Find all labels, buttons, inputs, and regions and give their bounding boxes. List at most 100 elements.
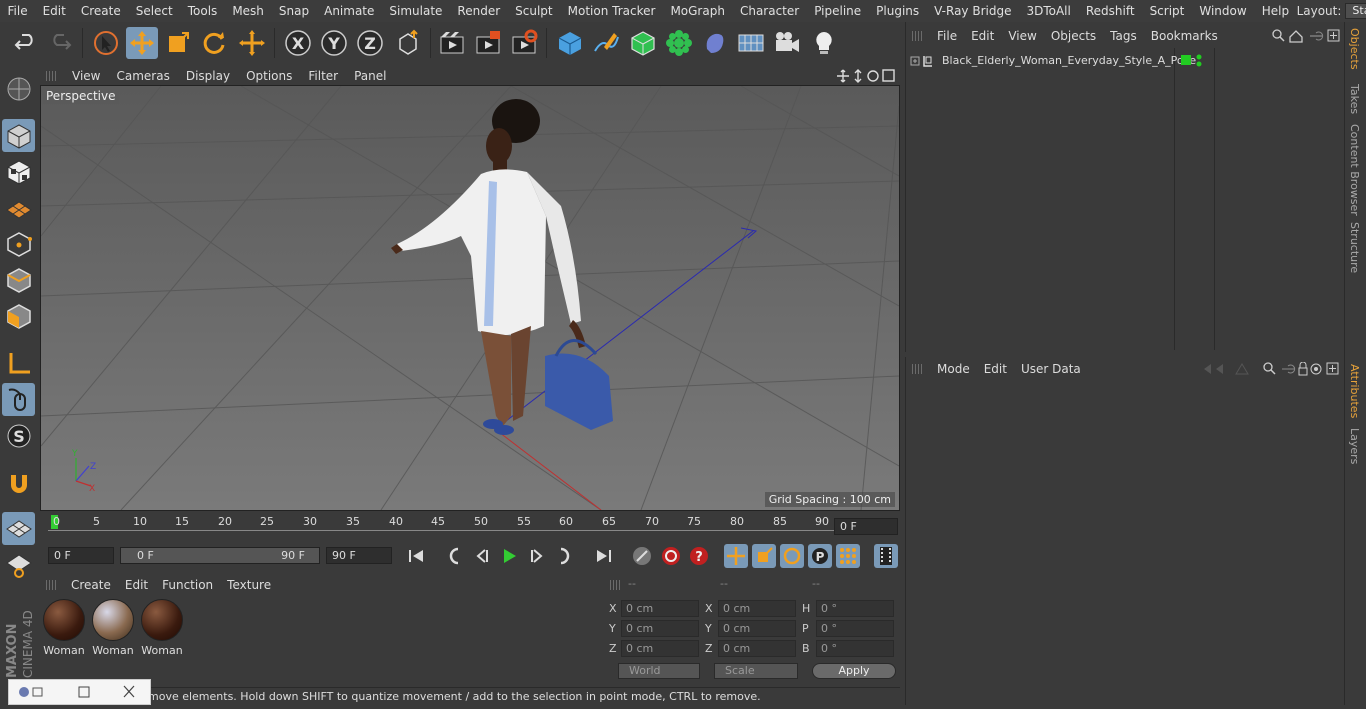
tab-objects[interactable]: Objects xyxy=(1348,28,1361,70)
start-frame-field[interactable]: 0 F xyxy=(48,547,114,564)
panel-grip-icon[interactable] xyxy=(46,580,56,590)
menu-window[interactable]: Window xyxy=(1192,0,1254,22)
menu-file[interactable]: File xyxy=(0,0,35,22)
end-frame-field[interactable]: 90 F xyxy=(326,547,392,564)
menu-script[interactable]: Script xyxy=(1142,0,1192,22)
tab-structure[interactable]: Structure xyxy=(1348,222,1361,273)
ruler[interactable]: 0 5 10 15 20 25 30 35 40 45 50 55 60 65 … xyxy=(48,513,834,539)
object-manager-tools-icons[interactable] xyxy=(1272,29,1342,43)
material-swatch[interactable]: Woman xyxy=(140,599,184,657)
coordinate-space-dropdown[interactable]: World xyxy=(618,663,700,679)
panel-grip-icon[interactable] xyxy=(912,364,922,374)
cube-icon[interactable] xyxy=(554,27,586,59)
object-name[interactable]: Black_Elderly_Woman_Everyday_Style_A_Pos… xyxy=(942,54,1196,67)
current-frame-field[interactable]: 0 F xyxy=(834,518,898,535)
menu-3dtoall[interactable]: 3DToAll xyxy=(1019,0,1078,22)
menu-simulate[interactable]: Simulate xyxy=(382,0,450,22)
lock-workplane-icon[interactable] xyxy=(2,512,35,545)
y-axis-icon[interactable]: Y xyxy=(318,27,350,59)
menu-redshift[interactable]: Redshift xyxy=(1078,0,1142,22)
object-row[interactable]: Black_Elderly_Woman_Everyday_Style_A_Pos… xyxy=(906,52,1344,70)
objects-menu-objects[interactable]: Objects xyxy=(1044,29,1103,43)
tab-content-browser[interactable]: Content Browser xyxy=(1348,124,1361,216)
apply-button[interactable]: Apply xyxy=(812,663,896,679)
model-mode-icon[interactable] xyxy=(2,119,35,152)
objects-menu-bookmarks[interactable]: Bookmarks xyxy=(1144,29,1225,43)
objects-menu-tags[interactable]: Tags xyxy=(1103,29,1144,43)
menu-help[interactable]: Help xyxy=(1254,0,1296,22)
position-x-field[interactable]: 0 cm xyxy=(621,600,699,617)
size-z-field[interactable]: 0 cm xyxy=(718,640,796,657)
position-z-field[interactable]: 0 cm xyxy=(621,640,699,657)
scale-icon[interactable] xyxy=(162,27,194,59)
menu-create[interactable]: Create xyxy=(73,0,128,22)
size-mode-dropdown[interactable]: Scale xyxy=(714,663,798,679)
workplane-icon[interactable] xyxy=(2,191,35,224)
timeline-window-icon[interactable] xyxy=(874,544,898,568)
autokeying-icon[interactable]: ? xyxy=(687,544,711,568)
snap-icon[interactable]: S xyxy=(2,419,35,452)
camera-icon[interactable] xyxy=(771,27,803,59)
keyframe-selection-icon[interactable] xyxy=(630,544,654,568)
attributes-menu-user-data[interactable]: User Data xyxy=(1014,362,1088,376)
tweak-mode-icon[interactable] xyxy=(2,383,35,416)
menu-render[interactable]: Render xyxy=(450,0,508,22)
menu-pipeline[interactable]: Pipeline xyxy=(807,0,869,22)
key-position-icon[interactable] xyxy=(724,544,748,568)
menu-select[interactable]: Select xyxy=(128,0,180,22)
menu-snap[interactable]: Snap xyxy=(271,0,316,22)
material-menu-texture[interactable]: Texture xyxy=(220,578,278,592)
subdivision-icon[interactable] xyxy=(627,27,659,59)
axis-mode-icon[interactable] xyxy=(2,347,35,380)
key-point-level-icon[interactable] xyxy=(836,544,860,568)
material-swatch[interactable]: Woman xyxy=(91,599,135,657)
undo-icon[interactable] xyxy=(10,27,42,59)
viewport-menu-cameras[interactable]: Cameras xyxy=(108,69,177,83)
tab-attributes[interactable]: Attributes xyxy=(1348,364,1361,418)
planar-workplane-icon[interactable] xyxy=(2,548,35,581)
viewport-menu-panel[interactable]: Panel xyxy=(346,69,394,83)
pen-icon[interactable] xyxy=(590,27,622,59)
x-axis-icon[interactable]: X xyxy=(282,27,314,59)
next-frame-icon[interactable] xyxy=(525,544,549,568)
transform-icon[interactable] xyxy=(236,27,268,59)
position-y-field[interactable]: 0 cm xyxy=(621,620,699,637)
attribute-manager-tools-icons[interactable] xyxy=(1202,362,1342,376)
go-to-end-icon[interactable] xyxy=(592,544,616,568)
live-selection-icon[interactable] xyxy=(90,27,122,59)
light-icon[interactable] xyxy=(808,27,840,59)
viewport-menu-view[interactable]: View xyxy=(64,69,108,83)
menu-vray-bridge[interactable]: V-Ray Bridge xyxy=(927,0,1019,22)
menu-sculpt[interactable]: Sculpt xyxy=(508,0,560,22)
rotation-h-field[interactable]: 0 ° xyxy=(816,600,894,617)
z-axis-icon[interactable]: Z xyxy=(354,27,386,59)
redo-icon[interactable] xyxy=(44,27,76,59)
key-parameter-icon[interactable]: P xyxy=(808,544,832,568)
menu-motion-tracker[interactable]: Motion Tracker xyxy=(560,0,663,22)
3d-viewport[interactable]: Y Z X Perspective Grid Spacing : 100 cm xyxy=(40,85,900,511)
layout-select[interactable]: Startup xyxy=(1345,3,1366,19)
coordinate-system-icon[interactable] xyxy=(392,27,424,59)
edges-mode-icon[interactable] xyxy=(2,263,35,296)
deformer-icon[interactable] xyxy=(699,27,731,59)
rotation-b-field[interactable]: 0 ° xyxy=(816,640,894,657)
viewport-nav-icons[interactable] xyxy=(836,68,896,83)
tab-layers[interactable]: Layers xyxy=(1348,428,1361,464)
panel-grip-icon[interactable] xyxy=(912,31,922,41)
render-picture-viewer-icon[interactable] xyxy=(472,27,504,59)
go-to-start-icon[interactable] xyxy=(404,544,428,568)
material-swatch[interactable]: Woman xyxy=(42,599,86,657)
size-x-field[interactable]: 0 cm xyxy=(718,600,796,617)
rotation-p-field[interactable]: 0 ° xyxy=(816,620,894,637)
previous-frame-icon[interactable] xyxy=(470,544,494,568)
tab-takes[interactable]: Takes xyxy=(1348,84,1361,114)
attributes-menu-mode[interactable]: Mode xyxy=(930,362,977,376)
render-view-icon[interactable] xyxy=(436,27,468,59)
points-mode-icon[interactable] xyxy=(2,227,35,260)
layer-color-swatch[interactable] xyxy=(1181,55,1191,65)
material-menu-function[interactable]: Function xyxy=(155,578,220,592)
edit-render-settings-icon[interactable] xyxy=(508,27,540,59)
key-rotation-icon[interactable] xyxy=(780,544,804,568)
menu-animate[interactable]: Animate xyxy=(317,0,382,22)
record-active-objects-icon[interactable] xyxy=(659,544,683,568)
